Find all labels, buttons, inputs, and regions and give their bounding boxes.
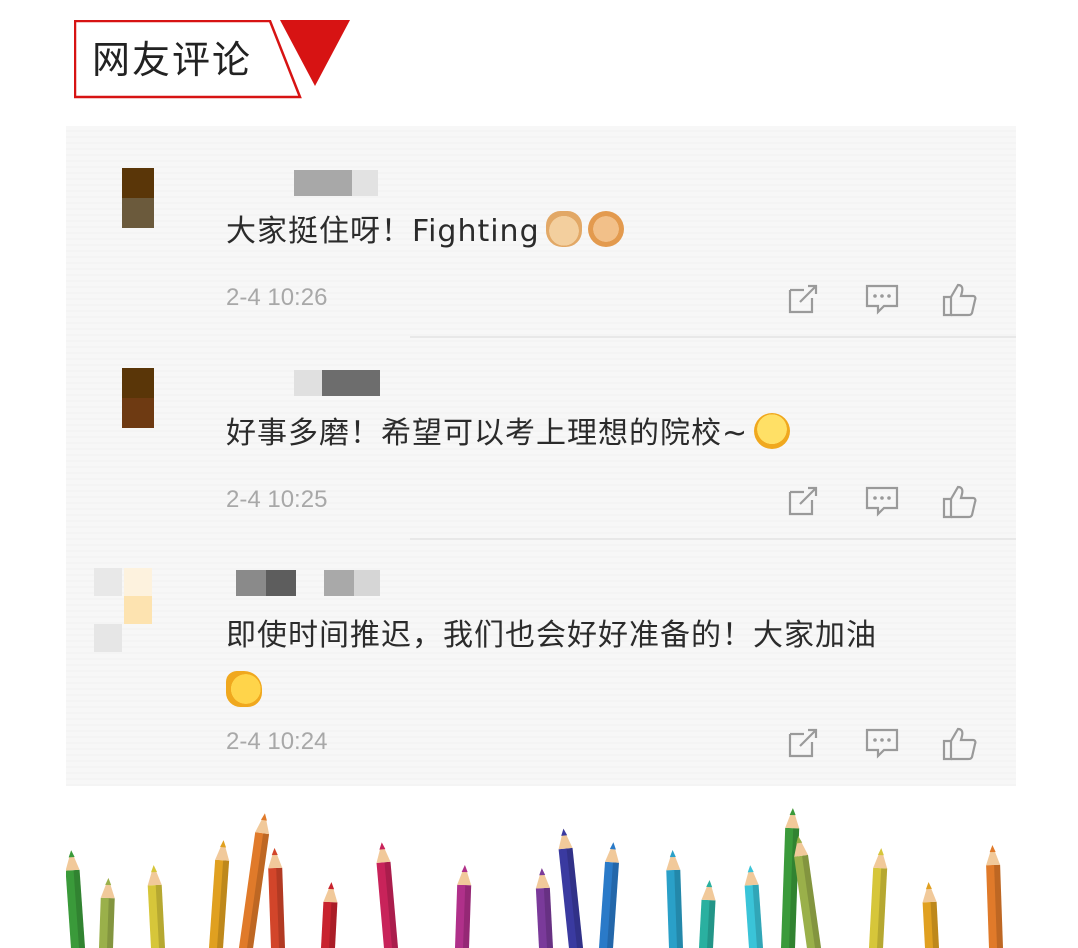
pencil xyxy=(867,848,888,948)
pencil xyxy=(98,878,115,948)
pencil xyxy=(922,882,941,948)
comment-text: 好事多磨！希望可以考上理想的院校~ xyxy=(226,406,986,462)
comment-text-content: 即使时间推迟，我们也会好好准备的！大家加油 xyxy=(226,618,877,653)
comment-icon[interactable] xyxy=(864,726,900,762)
divider xyxy=(410,336,1016,338)
section-header: 网友评论 xyxy=(74,20,364,100)
fist-emoji xyxy=(587,211,624,247)
pencil xyxy=(666,850,684,948)
comment-text-content: 好事多磨！希望可以考上理想的院校~ xyxy=(226,416,749,451)
pencil xyxy=(66,850,87,948)
comment-actions xyxy=(786,726,980,762)
comment-time: 2-4 10:24 xyxy=(226,728,328,755)
flexed-biceps-emoji xyxy=(226,671,262,707)
pencil xyxy=(780,808,800,948)
avatar[interactable] xyxy=(94,568,154,652)
comment-text: 即使时间推迟，我们也会好好准备的！大家加油 xyxy=(226,608,986,720)
pencil xyxy=(319,882,338,948)
colored-pencils-illustration xyxy=(66,790,1016,948)
pencil xyxy=(744,865,765,948)
pencil xyxy=(597,842,619,948)
username-blurred[interactable] xyxy=(294,170,378,196)
share-icon[interactable] xyxy=(786,726,822,762)
folded-hands-emoji xyxy=(545,211,582,247)
pencil xyxy=(236,813,270,948)
username-blurred[interactable] xyxy=(294,370,380,396)
username-blurred[interactable] xyxy=(236,570,380,596)
pencil xyxy=(207,840,230,948)
pencil xyxy=(986,845,1004,948)
pencil xyxy=(268,848,286,948)
avatar[interactable] xyxy=(122,168,154,228)
pencil xyxy=(454,865,472,948)
comment-icon[interactable] xyxy=(864,484,900,520)
pencil xyxy=(147,865,167,948)
comment-icon[interactable] xyxy=(864,282,900,318)
excited-face-emoji xyxy=(754,413,791,449)
share-icon[interactable] xyxy=(786,484,822,520)
pencil xyxy=(535,868,555,948)
share-icon[interactable] xyxy=(786,282,822,318)
comment-actions xyxy=(786,282,980,318)
comment-list: 大家挺住呀！Fighting 2-4 10:26 好事多磨！希望可以考上理想的院… xyxy=(66,126,1016,786)
pencil xyxy=(558,828,586,948)
like-icon[interactable] xyxy=(942,484,978,520)
pencils-svg xyxy=(66,808,1004,948)
divider xyxy=(410,538,1016,540)
comment-time: 2-4 10:25 xyxy=(226,486,328,513)
pencil xyxy=(697,880,716,948)
comment-time: 2-4 10:26 xyxy=(226,284,328,311)
pencil xyxy=(376,842,400,948)
comment-text: 大家挺住呀！Fighting xyxy=(226,204,986,260)
like-icon[interactable] xyxy=(942,726,978,762)
comment-text-content: 大家挺住呀！Fighting xyxy=(226,214,540,249)
section-title: 网友评论 xyxy=(92,38,253,82)
comment-actions xyxy=(786,484,980,520)
avatar[interactable] xyxy=(122,368,154,428)
like-icon[interactable] xyxy=(942,282,978,318)
